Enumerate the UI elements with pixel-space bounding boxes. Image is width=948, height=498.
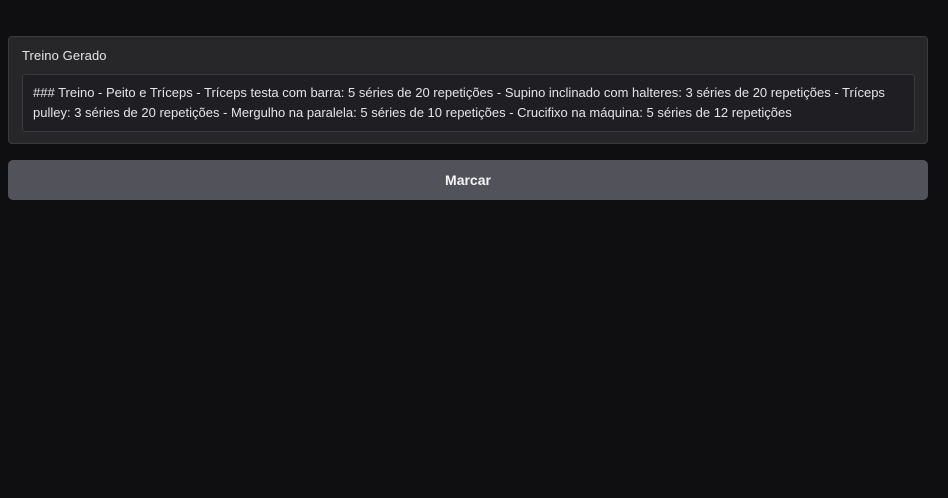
marcar-button[interactable]: Marcar <box>8 160 928 200</box>
generated-workout-label: Treino Gerado <box>22 48 107 63</box>
app-page: Treino Gerado ### Treino - Peito e Tríce… <box>0 0 948 498</box>
generated-workout-panel: Treino Gerado ### Treino - Peito e Tríce… <box>8 36 928 144</box>
generated-workout-textbox[interactable]: ### Treino - Peito e Tríceps - Tríceps t… <box>22 74 915 132</box>
